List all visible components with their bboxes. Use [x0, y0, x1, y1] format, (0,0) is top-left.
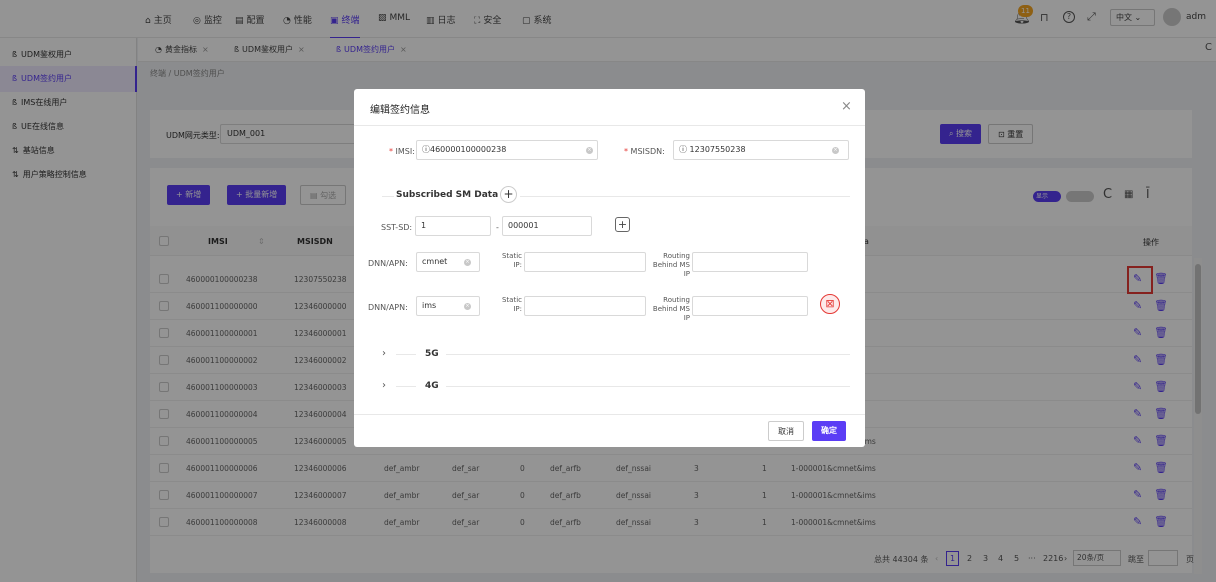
section-divider-left — [382, 196, 394, 197]
modal-footer-divider — [354, 414, 865, 415]
dnn-value: cmnet — [422, 257, 448, 266]
add-section-button[interactable]: + — [500, 186, 517, 203]
modal-header-divider — [354, 125, 865, 126]
msisdn-value: 12307550238 — [689, 145, 746, 154]
section-title: Subscribed SM Data — [396, 190, 499, 200]
imsi-value: 460000100000238 — [430, 145, 507, 154]
msisdn-input[interactable]: ⓘ 12307550238 — [673, 140, 849, 160]
msisdn-label-text: MSISDN: — [630, 147, 665, 156]
collapse-4g-line-right — [446, 386, 850, 387]
dnn-value: ims — [422, 301, 437, 310]
sst-input[interactable]: 1 — [415, 216, 491, 236]
static-ip-label: Static IP: — [501, 252, 522, 269]
collapse-4g-line-left — [396, 386, 416, 387]
static-ip-label: Static IP: — [501, 296, 522, 313]
static-ip-input[interactable] — [524, 252, 646, 272]
imsi-info-icon: ⓘ — [422, 145, 430, 154]
edit-subscription-modal: 编辑签约信息 × * IMSI: ⓘ460000100000238 × * MS… — [354, 89, 865, 447]
static-ip-input[interactable] — [524, 296, 646, 316]
routing-label: Routing Behind MS IP — [652, 252, 690, 278]
sd-input[interactable]: 000001 — [502, 216, 592, 236]
sst-value: 1 — [421, 221, 427, 230]
routing-input[interactable] — [692, 296, 808, 316]
msisdn-info-icon: ⓘ — [679, 145, 690, 154]
chevron-right-icon[interactable]: › — [382, 380, 386, 391]
confirm-button[interactable]: 确定 — [812, 421, 846, 441]
collapse-5g-line-right — [446, 354, 850, 355]
imsi-clear-icon[interactable]: × — [586, 147, 593, 154]
msisdn-label: * MSISDN: — [624, 147, 665, 156]
dnn-row: DNN/APN: ims × Static IP: Routing Behind MS … — [354, 296, 865, 336]
imsi-input[interactable]: ⓘ460000100000238 — [416, 140, 598, 160]
dnn-clear-icon[interactable]: × — [464, 303, 471, 310]
remove-dnn-icon[interactable]: ⊠ — [820, 294, 840, 314]
dnn-clear-icon[interactable]: × — [464, 259, 471, 266]
routing-label: Routing Behind MS IP — [652, 296, 690, 322]
section-divider-right — [520, 196, 850, 197]
imsi-label: * IMSI: — [389, 147, 415, 156]
collapse-5g-title[interactable]: 5G — [425, 349, 439, 359]
modal-title: 编辑签约信息 — [370, 105, 430, 116]
sst-sd-separator: - — [496, 223, 499, 232]
dnn-label: DNN/APN: — [368, 303, 408, 312]
close-icon[interactable]: × — [841, 99, 852, 114]
dnn-label: DNN/APN: — [368, 259, 408, 268]
dnn-row: DNN/APN: cmnet × Static IP: Routing Behind M… — [354, 252, 865, 292]
sst-label: SST-SD: — [381, 223, 413, 232]
cancel-button[interactable]: 取消 — [768, 421, 804, 441]
sd-value: 000001 — [508, 221, 539, 230]
add-slice-icon[interactable]: + — [615, 217, 630, 232]
imsi-label-text: IMSI: — [395, 147, 415, 156]
msisdn-clear-icon[interactable]: × — [832, 147, 839, 154]
collapse-5g-line-left — [396, 354, 416, 355]
routing-input[interactable] — [692, 252, 808, 272]
chevron-right-icon[interactable]: › — [382, 348, 386, 359]
collapse-4g-title[interactable]: 4G — [425, 381, 439, 391]
